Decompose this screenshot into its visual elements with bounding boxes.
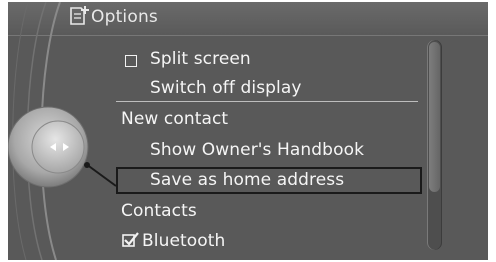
bluetooth-checkbox-checked-icon[interactable] [122,232,140,248]
menu-item-show-owners-handbook[interactable]: Show Owner's Handbook [150,140,364,160]
menu-item-new-contact[interactable]: New contact [121,109,228,129]
menu-item-bluetooth[interactable]: Bluetooth [142,231,225,251]
menu-item-save-as-home-address[interactable]: Save as home address [150,170,344,190]
separator [116,101,418,102]
menu-item-split-screen[interactable]: Split screen [150,49,251,69]
menu-item-contacts[interactable]: Contacts [121,201,197,221]
menu-item-switch-off-display[interactable]: Switch off display [150,78,302,98]
options-menu-screen: Options Split screen Switch off display … [8,2,488,260]
split-screen-checkbox[interactable] [125,55,137,67]
pointer-line [84,162,117,187]
scrollbar-thumb[interactable] [429,42,440,192]
